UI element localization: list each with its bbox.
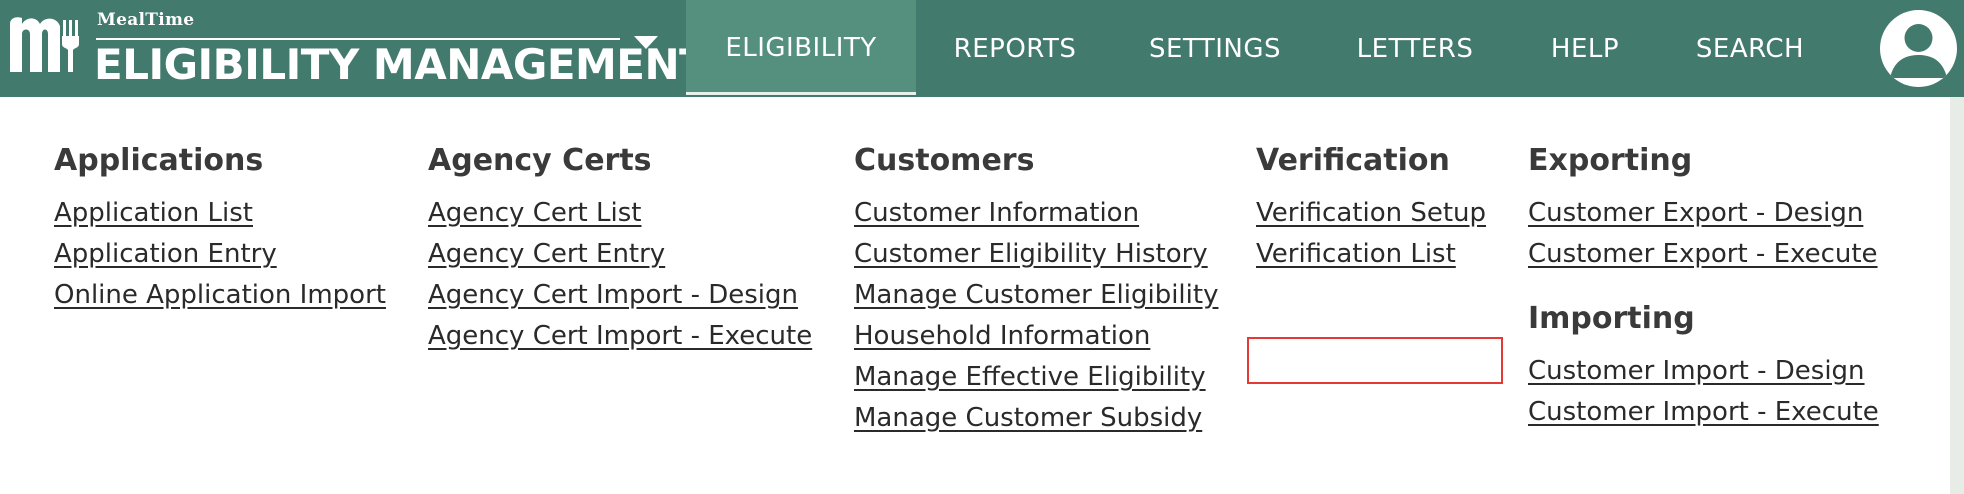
brand-title[interactable]: ELIGIBILITY MANAGEMENT bbox=[94, 42, 708, 88]
verification-list-highlight-box bbox=[1247, 337, 1503, 384]
link-customer-import-design[interactable]: Customer Import - Design bbox=[1528, 351, 1879, 392]
tab-search-label: SEARCH bbox=[1695, 33, 1805, 64]
section-title-importing: Importing bbox=[1528, 301, 1695, 336]
mealtime-logo-icon[interactable] bbox=[6, 14, 86, 78]
section-title-customers: Customers bbox=[854, 143, 1035, 178]
link-verification-list[interactable]: Verification List bbox=[1256, 234, 1486, 275]
tab-letters-label: LETTERS bbox=[1356, 33, 1474, 64]
section-title-exporting: Exporting bbox=[1528, 143, 1693, 178]
tab-settings[interactable]: SETTINGS bbox=[1140, 0, 1290, 97]
link-application-list[interactable]: Application List bbox=[54, 193, 386, 234]
tab-settings-label: SETTINGS bbox=[1148, 33, 1281, 64]
top-navigation-bar: MealTime ELIGIBILITY MANAGEMENT ELIGIBIL… bbox=[0, 0, 1964, 97]
eligibility-mega-menu: Applications Application List Applicatio… bbox=[0, 97, 1950, 494]
menu-section-exporting-importing: Exporting Customer Export - Design Custo… bbox=[1528, 143, 1879, 433]
link-customer-export-design[interactable]: Customer Export - Design bbox=[1528, 193, 1879, 234]
brand-small-title: MealTime bbox=[97, 10, 195, 30]
link-online-application-import[interactable]: Online Application Import bbox=[54, 275, 386, 316]
section-title-agency-certs: Agency Certs bbox=[428, 143, 652, 178]
link-customer-information[interactable]: Customer Information bbox=[854, 193, 1218, 234]
menu-section-applications: Applications Application List Applicatio… bbox=[54, 143, 386, 316]
link-customer-export-execute[interactable]: Customer Export - Execute bbox=[1528, 234, 1879, 275]
link-household-information[interactable]: Household Information bbox=[854, 316, 1218, 357]
menu-section-verification: Verification Verification Setup Verifica… bbox=[1256, 143, 1486, 275]
link-customer-eligibility-history[interactable]: Customer Eligibility History bbox=[854, 234, 1218, 275]
user-avatar-icon bbox=[1890, 24, 1947, 78]
tab-reports-label: REPORTS bbox=[953, 33, 1077, 64]
tab-search[interactable]: SEARCH bbox=[1690, 0, 1810, 97]
section-title-applications: Applications bbox=[54, 143, 264, 178]
menu-section-customers: Customers Customer Information Customer … bbox=[854, 143, 1218, 439]
tab-reports[interactable]: REPORTS bbox=[940, 0, 1090, 97]
chevron-down-icon[interactable] bbox=[634, 36, 658, 49]
link-agency-cert-import-design[interactable]: Agency Cert Import - Design bbox=[428, 275, 812, 316]
tab-help[interactable]: HELP bbox=[1540, 0, 1630, 97]
link-manage-effective-eligibility[interactable]: Manage Effective Eligibility bbox=[854, 357, 1218, 398]
link-agency-cert-list[interactable]: Agency Cert List bbox=[428, 193, 812, 234]
tab-letters[interactable]: LETTERS bbox=[1350, 0, 1480, 97]
user-avatar-button[interactable] bbox=[1880, 10, 1957, 87]
link-customer-import-execute[interactable]: Customer Import - Execute bbox=[1528, 392, 1879, 433]
link-manage-customer-subsidy[interactable]: Manage Customer Subsidy bbox=[854, 398, 1218, 439]
tab-eligibility-label: ELIGIBILITY bbox=[725, 32, 877, 63]
link-agency-cert-entry[interactable]: Agency Cert Entry bbox=[428, 234, 812, 275]
link-agency-cert-import-execute[interactable]: Agency Cert Import - Execute bbox=[428, 316, 812, 357]
link-manage-customer-eligibility[interactable]: Manage Customer Eligibility bbox=[854, 275, 1218, 316]
link-verification-setup[interactable]: Verification Setup bbox=[1256, 193, 1486, 234]
link-application-entry[interactable]: Application Entry bbox=[54, 234, 386, 275]
tab-eligibility[interactable]: ELIGIBILITY bbox=[686, 0, 916, 95]
menu-section-agency-certs: Agency Certs Agency Cert List Agency Cer… bbox=[428, 143, 812, 357]
section-title-verification: Verification bbox=[1256, 143, 1450, 178]
tab-help-label: HELP bbox=[1550, 33, 1620, 64]
